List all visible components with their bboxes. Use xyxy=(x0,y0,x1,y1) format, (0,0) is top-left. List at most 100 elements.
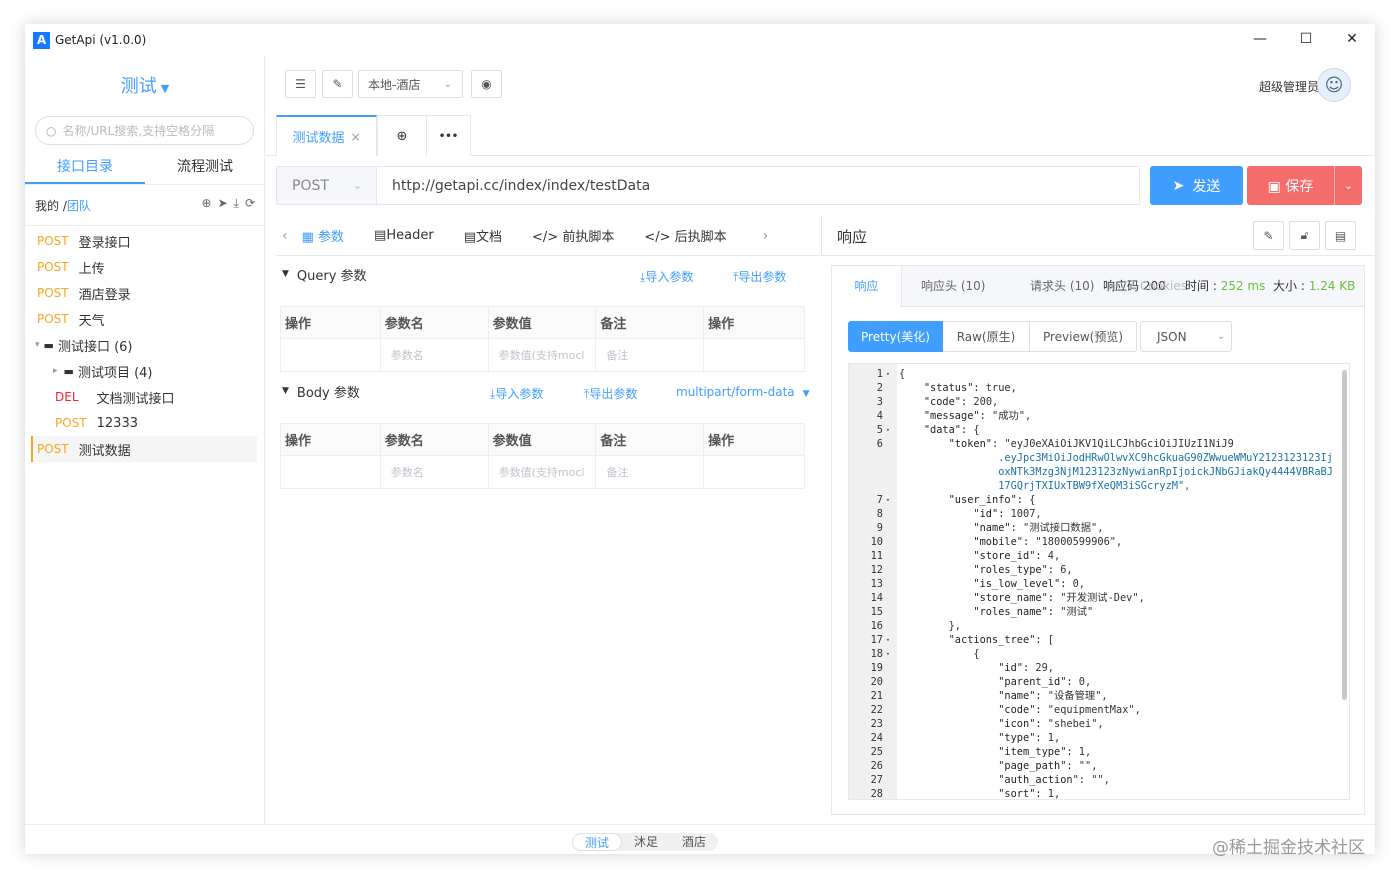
code-text: "type": 1, xyxy=(998,732,1061,744)
add-icon[interactable]: ⊕ xyxy=(202,196,212,211)
tab-response-headers[interactable]: 响应头 (10) xyxy=(921,266,985,307)
code-text: "item_type": 1, xyxy=(998,746,1092,758)
code-viewer[interactable]: 1 ▾{2 "status": true, 3 "code": 200, 4 "mes… xyxy=(848,363,1350,800)
edit-icon[interactable]: ✎ xyxy=(1253,221,1284,250)
line-number: 5 xyxy=(876,424,883,436)
fold-toggle-icon[interactable]: ▾ xyxy=(883,633,893,647)
param-value-input[interactable]: 参数值(支持mocl xyxy=(487,338,597,372)
body-export-button[interactable]: ⤒导出参数 xyxy=(584,385,637,402)
tree-item[interactable]: POST 天气 xyxy=(25,306,265,332)
lock-icon[interactable]: 🔓︎ xyxy=(1289,221,1320,250)
param-name-input[interactable]: 参数名 xyxy=(379,338,489,372)
export-label: 导出参数 xyxy=(589,387,638,401)
line-number: 11 xyxy=(870,550,883,562)
body-params-table: 操作 参数名 参数值 备注 操作 参数名 参数值(支持mocl 备注 xyxy=(280,423,805,489)
save-button[interactable]: ▣ 保存 ⌄ xyxy=(1247,166,1362,205)
send-icon[interactable]: ➤ xyxy=(218,196,228,211)
tab-response[interactable]: 响应 xyxy=(832,266,902,307)
send-button[interactable]: ➤ 发送 xyxy=(1150,166,1243,205)
env-hotel[interactable]: 酒店 xyxy=(670,833,718,851)
close-tab-icon[interactable]: × xyxy=(350,130,360,144)
user-name[interactable]: 超级管理员 xyxy=(1259,78,1319,95)
chevron-down-icon[interactable]: ⌄ xyxy=(1335,179,1362,192)
refresh-icon[interactable]: ⟳ xyxy=(245,196,255,211)
url-input[interactable]: http://getapi.cc/index/index/testData xyxy=(376,166,1140,205)
tab-cookies[interactable]: Cookies xyxy=(1140,266,1187,307)
body-section-header[interactable]: ▼ Body 参数 xyxy=(282,376,360,406)
export-icon[interactable]: ▤ xyxy=(1325,221,1356,250)
tree-item[interactable]: POST 登录接口 xyxy=(25,228,265,254)
pretty-button[interactable]: Pretty(美化) xyxy=(848,321,943,352)
tree-item[interactable]: DEL 文档测试接口 xyxy=(25,384,265,410)
settings-sliders-icon[interactable]: ☰ xyxy=(285,70,316,98)
tab-request-headers[interactable]: 请求头 (10) xyxy=(1030,266,1094,307)
tab-test-data[interactable]: 测试数据 × xyxy=(276,115,377,156)
code-text: 17GQrjTXIUxTBW9fXeQM3iSGcryzM", xyxy=(899,480,1191,492)
crumb-mine[interactable]: 我的 / xyxy=(35,197,67,214)
time-label: 时间 : xyxy=(1185,279,1221,293)
code-text: "status": true, xyxy=(923,382,1017,394)
body-type-select[interactable]: multipart/form-data ▼ xyxy=(676,385,810,399)
param-name-input[interactable]: 参数名 xyxy=(379,455,489,489)
env-select[interactable]: 本地-酒店 ⌄ xyxy=(358,70,463,98)
tree-item[interactable]: POST 上传 xyxy=(25,254,265,280)
tab-doc[interactable]: ▤文档 xyxy=(464,226,502,245)
maximize-button[interactable]: ☐ xyxy=(1283,24,1329,54)
tab-params[interactable]: ▦ 参数 xyxy=(302,226,344,245)
code-text: oxNTk3Mzg3NjM123123zNywianRpIjoickJNbGJi… xyxy=(899,466,1333,478)
tree-item-label: 12333 xyxy=(96,415,138,431)
fold-toggle-icon xyxy=(883,563,893,577)
tree-folder[interactable]: ▸ ▬ 测试项目 (4) xyxy=(25,358,265,384)
format-select[interactable]: JSON ⌄ xyxy=(1140,321,1232,352)
tree-item[interactable]: POST 12333 xyxy=(25,410,265,436)
edit-icon[interactable]: ✎ xyxy=(322,70,353,98)
status-bar: 测试 沐足 酒店 @稀土掘金技术社区 xyxy=(25,824,1375,858)
avatar[interactable]: ☺ xyxy=(1317,68,1351,102)
fold-toggle-icon[interactable]: ▾ xyxy=(883,423,893,437)
crumb-team[interactable]: 团队 xyxy=(67,197,91,214)
env-foot[interactable]: 沐足 xyxy=(622,833,670,851)
param-value-input[interactable]: 参数值(支持mocl xyxy=(487,455,597,489)
project-selector[interactable]: 测试 ▼ xyxy=(25,72,265,98)
body-import-button[interactable]: ⤓导入参数 xyxy=(490,385,543,402)
tree-folder[interactable]: ▾ ▬ 测试接口 (6) xyxy=(25,332,265,358)
fold-toggle-icon xyxy=(883,591,893,605)
tab-post-script[interactable]: </> 后执脚本 xyxy=(644,226,726,245)
scrollbar[interactable] xyxy=(1342,370,1347,700)
method-select[interactable]: POST ⌄ xyxy=(276,166,377,205)
export-label: 导出参数 xyxy=(738,270,787,284)
fold-toggle-icon[interactable]: ▾ xyxy=(883,647,893,661)
download-icon[interactable]: ⤓ xyxy=(234,196,239,211)
more-tabs-icon[interactable]: ••• xyxy=(426,115,471,156)
preview-button[interactable]: Preview(预览) xyxy=(1030,321,1137,352)
code-text: "token": "eyJ0eXAiOiJKV1QiLCJhbGciOiJIUz… xyxy=(948,438,1234,450)
query-export-button[interactable]: ⤒导出参数 xyxy=(733,268,786,285)
eye-icon[interactable]: ◉ xyxy=(471,70,502,98)
code-line: 17 ▾ "actions_tree": [ xyxy=(849,633,1349,647)
raw-button[interactable]: Raw(原生) xyxy=(943,321,1030,352)
scroll-right-icon[interactable]: › xyxy=(763,228,769,244)
fold-toggle-icon xyxy=(883,549,893,563)
tree-item-label: 文档测试接口 xyxy=(96,391,175,407)
tab-header[interactable]: ▤Header xyxy=(374,228,434,243)
query-section-header[interactable]: ▼ Query 参数 xyxy=(282,259,367,289)
param-note-input[interactable]: 备注 xyxy=(595,338,705,372)
tree-item-active[interactable]: POST 测试数据 xyxy=(31,436,257,462)
param-note-input[interactable]: 备注 xyxy=(595,455,705,489)
query-import-button[interactable]: ⤓导入参数 xyxy=(640,268,693,285)
fold-toggle-icon[interactable]: ▾ xyxy=(883,493,893,507)
tab-api-catalog[interactable]: 接口目录 xyxy=(25,152,145,184)
env-test[interactable]: 测试 xyxy=(572,833,623,851)
scroll-left-icon[interactable]: ‹ xyxy=(282,228,288,244)
fold-toggle-icon[interactable]: ▾ xyxy=(883,367,893,381)
add-tab-icon[interactable]: ⊕ xyxy=(377,115,427,156)
fold-toggle-icon xyxy=(883,731,893,745)
minimize-button[interactable]: — xyxy=(1237,24,1283,54)
tree-item[interactable]: POST 酒店登录 xyxy=(25,280,265,306)
tab-flow-test[interactable]: 流程测试 xyxy=(145,152,265,184)
code-icon: </> xyxy=(644,230,675,245)
close-button[interactable]: ✕ xyxy=(1329,24,1375,54)
tab-pre-script[interactable]: </> 前执脚本 xyxy=(532,226,614,245)
search-input[interactable]: ○ 名称/URL搜索,支持空格分隔 xyxy=(35,116,254,145)
fold-toggle-icon xyxy=(883,395,893,409)
